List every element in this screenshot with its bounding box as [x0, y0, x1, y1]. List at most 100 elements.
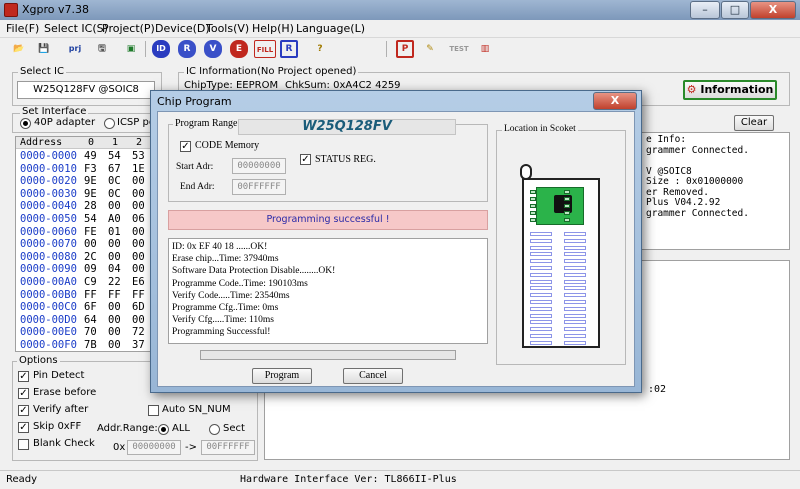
socket-pin [530, 327, 552, 332]
program-range-label: Program Range [173, 118, 240, 129]
status-reg-label: STATUS REG. [315, 154, 376, 165]
addr-to-field[interactable]: 00FFFFFF [201, 440, 255, 455]
code-memory-label: CODE Memory [195, 140, 260, 151]
menu-help[interactable]: Help(H) [252, 22, 294, 35]
hex-byte: 67 [108, 162, 121, 175]
hex-byte: 00 [108, 301, 121, 314]
radio-icsp-port[interactable] [104, 118, 115, 129]
socket-pin [564, 245, 586, 250]
blank-check-label: Blank Check [33, 438, 95, 449]
verify-icon[interactable]: V [204, 40, 222, 58]
test-icon[interactable]: TEST [448, 40, 470, 58]
status-reg-checkbox[interactable]: ✓ [300, 154, 311, 165]
socket-pin [530, 334, 552, 338]
information-button[interactable]: ⚙ Information [683, 80, 777, 100]
menu-tools[interactable]: Tools(V) [206, 22, 249, 35]
verify-after-checkbox[interactable]: ✓ [18, 405, 29, 416]
hex-address: 0000-0090 [20, 263, 77, 276]
program-button[interactable]: Program [252, 368, 312, 384]
hex-header-col: 1 [112, 137, 119, 148]
hex-byte: 00 [132, 225, 145, 238]
open-file-icon[interactable]: 📂 [10, 40, 28, 58]
save-file-icon[interactable]: 💾 [35, 40, 53, 58]
open-project-icon[interactable]: prj [66, 40, 84, 58]
socket-pin [530, 232, 552, 236]
hex-address: 0000-00D0 [20, 313, 77, 326]
hex-byte: 9E [84, 187, 97, 200]
menu-device[interactable]: Device(D) [155, 22, 210, 35]
menu-file[interactable]: File(F) [6, 22, 39, 35]
auto-sn-checkbox[interactable] [148, 405, 159, 416]
close-button[interactable]: X [750, 1, 796, 19]
addr-range-sect-radio[interactable] [209, 424, 220, 435]
dialog-close-button[interactable]: X [593, 92, 637, 110]
read-id-icon[interactable]: ID [152, 40, 170, 58]
hex-byte: 70 [84, 326, 97, 339]
hex-byte: 2C [84, 250, 97, 263]
program-log-line: Verify Code.....Time: 23540ms [172, 290, 290, 301]
start-adr-field[interactable]: 00000000 [232, 158, 286, 174]
socket-pin [564, 238, 586, 243]
pin-detect-checkbox[interactable]: ✓ [18, 371, 29, 382]
fill-icon[interactable]: FILL [254, 40, 276, 58]
hex-address: 0000-0070 [20, 238, 77, 251]
skip-ff-checkbox[interactable]: ✓ [18, 422, 29, 433]
save-as-icon[interactable]: ▣ [122, 40, 140, 58]
chip-info-icon[interactable]: ▥ [476, 40, 494, 58]
socket-pin [564, 286, 586, 291]
socket-pin [564, 313, 586, 318]
skip-ff-label: Skip 0xFF [33, 421, 82, 432]
hex-byte: 6F [84, 301, 97, 314]
socket-pin [530, 300, 552, 304]
program-log-line: Programme Cfg..Time: 0ms [172, 303, 279, 313]
menu-project[interactable]: Project(P) [102, 22, 155, 35]
socket-pin [564, 320, 586, 325]
cancel-button[interactable]: Cancel [343, 368, 403, 384]
program-log-line: ID: 0x EF 40 18 ......OK! [172, 242, 268, 252]
code-memory-checkbox[interactable]: ✓ [180, 141, 191, 152]
hex-address: 0000-0050 [20, 213, 77, 225]
erase-before-checkbox[interactable]: ✓ [18, 388, 29, 399]
selected-ic-field[interactable]: W25Q128FV @SOIC8 [17, 81, 155, 99]
hex-byte: 04 [108, 263, 121, 276]
socket-pin [530, 279, 552, 284]
end-adr-field[interactable]: 00FFFFFF [232, 179, 286, 195]
toolbar-separator [145, 41, 146, 57]
hex-byte: 00 [108, 238, 121, 251]
maximize-button[interactable]: □ [721, 1, 749, 19]
program-icon[interactable]: P [396, 40, 414, 58]
addr-range-label: Addr.Range: [97, 423, 158, 434]
radio-40p-adapter[interactable] [20, 118, 31, 129]
hex-address: 0000-00B0 [20, 288, 77, 301]
lower-log-fragment: :02 [648, 384, 667, 395]
erase-icon[interactable]: E [230, 40, 248, 58]
read-r-icon[interactable]: R [280, 40, 298, 58]
menu-language[interactable]: Language(L) [296, 22, 365, 35]
hex-byte: 0C [108, 175, 121, 188]
hex-address: 0000-0080 [20, 250, 77, 263]
edit-icon[interactable]: ✎ [421, 40, 439, 58]
hex-byte: A0 [108, 213, 121, 225]
addr-from-field[interactable]: 00000000 [127, 440, 181, 455]
status-ready: Ready [6, 474, 38, 485]
device-log-line: Plus V04.2.92 [646, 197, 721, 208]
program-log-line: Programming Successful! [172, 327, 271, 338]
blank-check-checkbox[interactable] [18, 439, 29, 450]
read-icon[interactable]: R [178, 40, 196, 58]
addr-prefix-label: 0x [113, 442, 126, 453]
radio-40p-label: 40P adapter [34, 117, 96, 128]
hex-byte: 00 [132, 175, 145, 188]
hex-header: Address 0 1 2 [16, 137, 152, 149]
save-project-icon[interactable]: 🖫 [93, 40, 111, 58]
socket-pin [564, 204, 570, 208]
hex-byte: F3 [84, 162, 97, 175]
minimize-button[interactable]: – [690, 1, 720, 19]
addr-range-all-radio[interactable] [158, 424, 169, 435]
dialog-client: Program Range W25Q128FV ✓ CODE Memory St… [157, 111, 635, 387]
window-title: Xgpro v7.38 [22, 3, 90, 16]
hint-icon[interactable]: ? [311, 40, 329, 58]
hex-rows: 0000-0000 49 54 53 0000-0010 F3 67 1E 0000-0020 9… [20, 150, 152, 352]
clear-button[interactable]: Clear [734, 115, 774, 131]
menu-select-ic[interactable]: Select IC(S) [44, 22, 108, 35]
erase-before-label: Erase before [33, 387, 97, 398]
